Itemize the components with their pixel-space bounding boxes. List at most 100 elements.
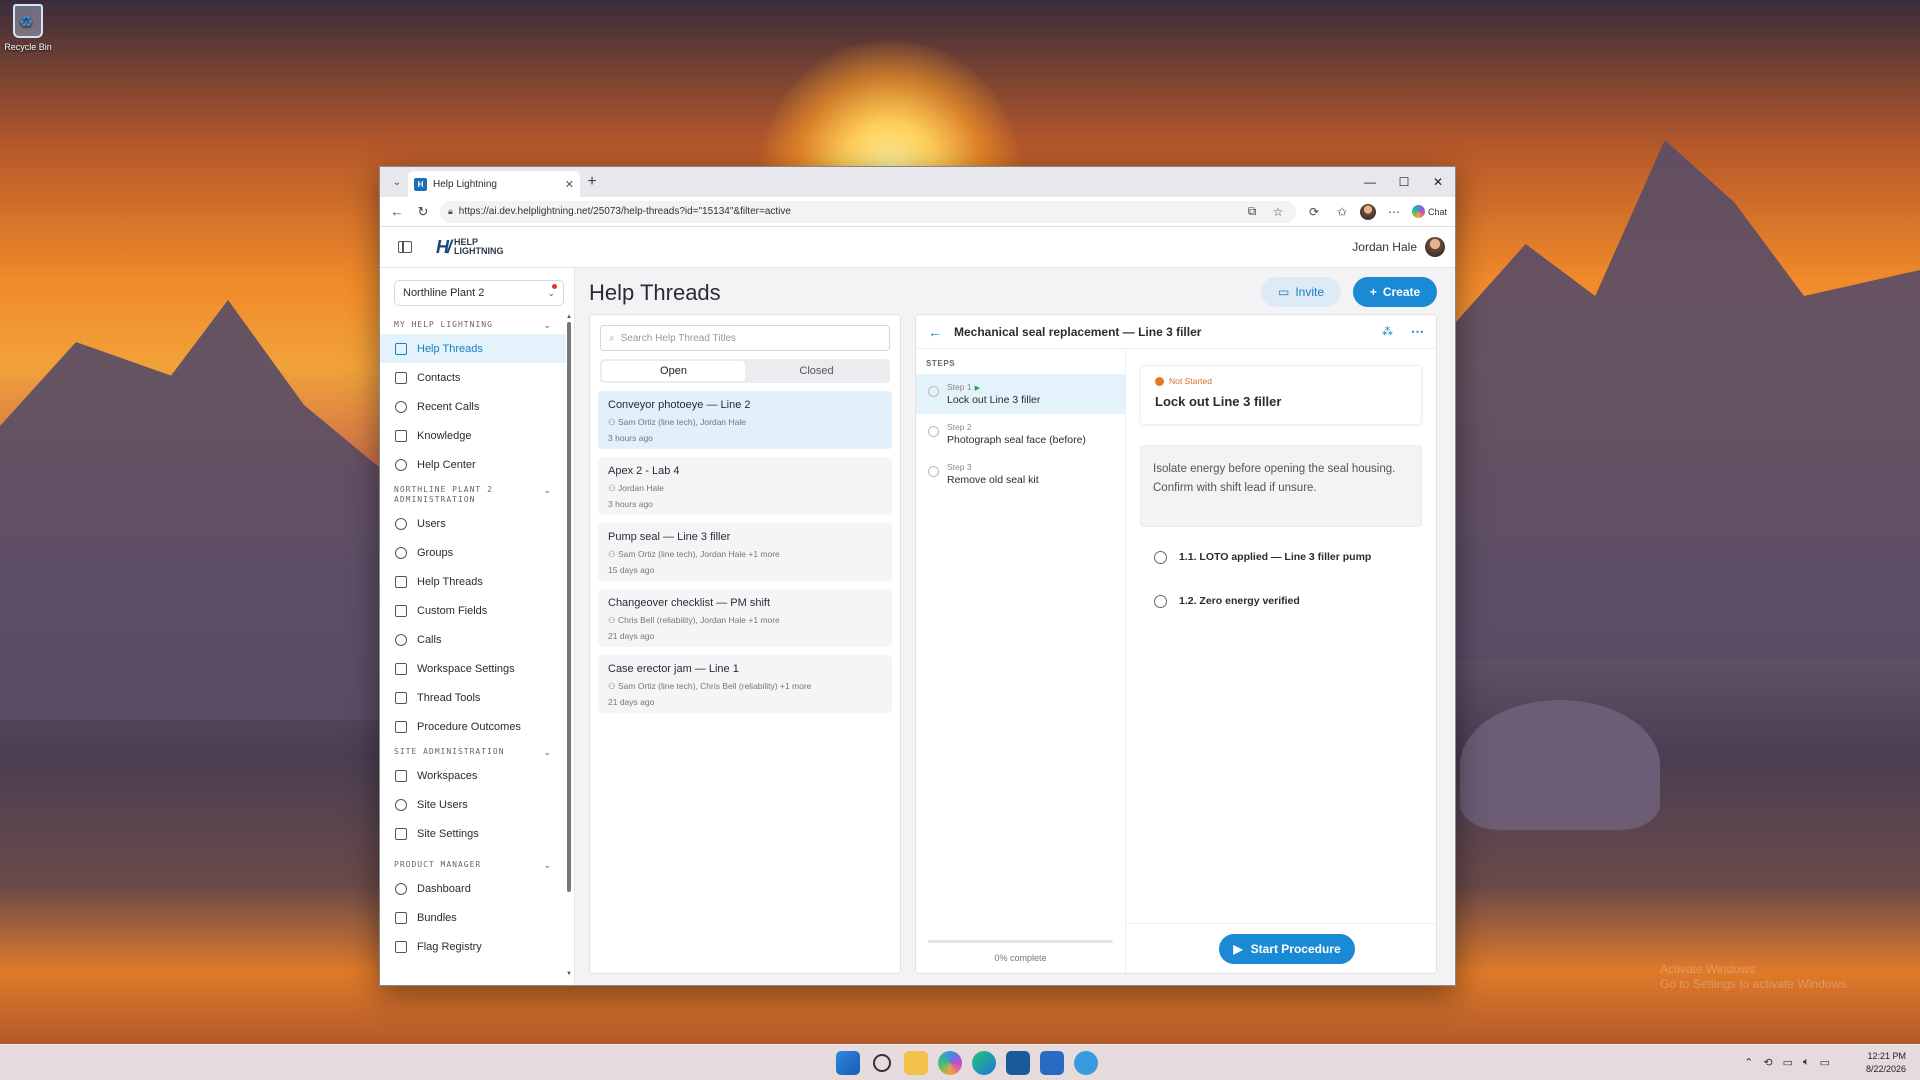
section-product-manager[interactable]: PRODUCT MANAGER ⌄ bbox=[380, 854, 566, 874]
collapse-chevron-icon: ⌄ bbox=[543, 485, 552, 495]
people-icon: ⚇ bbox=[608, 615, 618, 625]
thread-card[interactable]: Changeover checklist — PM shift ⚇ Chris B… bbox=[598, 589, 892, 647]
sidebar-item-groups[interactable]: Groups bbox=[380, 538, 566, 567]
browser-tab[interactable]: H Help Lightning ✕ bbox=[408, 171, 580, 197]
radio-button[interactable] bbox=[1154, 594, 1167, 608]
substep-item[interactable]: 1.2. Zero energy verified bbox=[1140, 579, 1422, 623]
sidebar-item-contacts[interactable]: Contacts bbox=[380, 363, 566, 392]
step-item[interactable]: Step 2 Photograph seal face (before) bbox=[916, 414, 1125, 454]
thread-cards: Conveyor photoeye — Line 2 ⚇ Sam Ortiz (l… bbox=[590, 391, 900, 713]
sidebar-item-admin-help-threads[interactable]: Help Threads bbox=[380, 567, 566, 596]
sidebar-item-thread-tools[interactable]: Thread Tools bbox=[380, 683, 566, 712]
sidebar-item-label: Site Settings bbox=[417, 827, 479, 840]
sidebar-item-dashboard[interactable]: Dashboard bbox=[380, 874, 566, 903]
participants-text: Chris Bell (reliability), Jordan Hale +1… bbox=[617, 615, 780, 625]
sidebar-item-bundles[interactable]: Bundles bbox=[380, 903, 566, 932]
window-controls: — ☐ ✕ bbox=[1353, 175, 1455, 189]
sidebar-item-knowledge[interactable]: Knowledge bbox=[380, 421, 566, 450]
edge-icon[interactable] bbox=[972, 1051, 996, 1075]
thread-card[interactable]: Case erector jam — Line 1 ⚇ Sam Ortiz (li… bbox=[598, 655, 892, 713]
open-closed-toggle: Open Closed bbox=[600, 359, 890, 383]
scroll-down-icon[interactable]: ▼ bbox=[566, 971, 572, 977]
scroll-up-icon[interactable]: ▲ bbox=[566, 314, 572, 320]
helplightning-logo[interactable]: H/ HELP LIGHTNING bbox=[436, 237, 504, 258]
thread-participants: ⚇ Sam Ortiz (line tech), Chris Bell (rel… bbox=[608, 681, 882, 692]
sidebar-item-custom-fields[interactable]: Custom Fields bbox=[380, 596, 566, 625]
start-procedure-button[interactable]: ▶ Start Procedure bbox=[1219, 934, 1355, 964]
step-item[interactable]: Step 3 Remove old seal kit bbox=[916, 454, 1125, 494]
sidebar-item-calls[interactable]: Calls bbox=[380, 625, 566, 654]
tab-open[interactable]: Open bbox=[602, 361, 745, 381]
thread-card[interactable]: Pump seal — Line 3 filler ⚇ Sam Ortiz (li… bbox=[598, 523, 892, 581]
section-my-help-lightning[interactable]: MY HELP LIGHTNING ⌄ bbox=[380, 314, 566, 334]
substep-item[interactable]: 1.1. LOTO applied — Line 3 filler pump bbox=[1140, 535, 1422, 579]
maximize-icon[interactable]: ☐ bbox=[1387, 175, 1421, 189]
more-menu-icon[interactable]: ⋯ bbox=[1384, 205, 1404, 219]
refresh-icon[interactable]: ↻ bbox=[414, 204, 432, 220]
thread-detail-panel: ← Mechanical seal replacement — Line 3 f… bbox=[915, 314, 1437, 974]
copilot-icon[interactable] bbox=[938, 1051, 962, 1075]
step-item[interactable]: Step 1 ▶ Lock out Line 3 filler bbox=[916, 374, 1125, 414]
copilot-chat-button[interactable]: Chat bbox=[1411, 205, 1447, 218]
recycle-bin[interactable]: Recycle Bin bbox=[4, 4, 52, 52]
start-icon[interactable] bbox=[836, 1051, 860, 1075]
sidebar-item-help-center[interactable]: Help Center bbox=[380, 450, 566, 479]
profile-avatar[interactable] bbox=[1359, 203, 1376, 220]
tab-closed[interactable]: Closed bbox=[745, 361, 888, 381]
search-input[interactable]: ⌕ Search Help Thread Titles bbox=[600, 325, 890, 351]
more-options-icon[interactable]: ⋯ bbox=[1411, 324, 1424, 340]
favorite-star-icon[interactable]: ☆ bbox=[1268, 205, 1288, 219]
search-icon[interactable] bbox=[873, 1054, 891, 1072]
sidebar-item-label: Groups bbox=[417, 546, 454, 559]
sidebar-item-site-users[interactable]: Site Users bbox=[380, 790, 566, 819]
radio-button[interactable] bbox=[1154, 550, 1167, 564]
substep-label: 1.1. LOTO applied — Line 3 filler pump bbox=[1179, 551, 1372, 563]
sidebar-scrollbar[interactable] bbox=[567, 322, 571, 892]
sidebar-item-workspace-settings[interactable]: Workspace Settings bbox=[380, 654, 566, 683]
favorites-icon[interactable]: ✩ bbox=[1332, 205, 1352, 219]
sync-icon[interactable]: ⟲ bbox=[1763, 1056, 1772, 1069]
open-in-app-icon[interactable]: ⧉ bbox=[1242, 204, 1262, 219]
section-plant-administration[interactable]: NORTHLINE PLANT 2 ADMINISTRATION ⌄ bbox=[380, 479, 566, 509]
new-tab-button[interactable]: + bbox=[580, 173, 604, 191]
sidebar-item-procedure-outcomes[interactable]: Procedure Outcomes bbox=[380, 712, 566, 741]
tab-actions-chevron-icon[interactable]: ⌄ bbox=[386, 171, 408, 193]
thread-card[interactable]: Conveyor photoeye — Line 2 ⚇ Sam Ortiz (l… bbox=[598, 391, 892, 449]
invite-button[interactable]: ▭ Invite bbox=[1261, 277, 1341, 307]
sidebar-item-site-settings[interactable]: Site Settings bbox=[380, 819, 566, 848]
create-button[interactable]: + Create bbox=[1353, 277, 1437, 307]
thread-card[interactable]: Apex 2 - Lab 4 ⚇ Jordan Hale 3 hours ago bbox=[598, 457, 892, 515]
back-arrow-icon[interactable]: ← bbox=[928, 324, 942, 340]
sidebar-item-recent-calls[interactable]: Recent Calls bbox=[380, 392, 566, 421]
close-window-icon[interactable]: ✕ bbox=[1421, 175, 1455, 189]
clock[interactable]: 12:21 PM 8/22/2026 bbox=[1866, 1050, 1906, 1076]
sidebar-item-flag-registry[interactable]: Flag Registry bbox=[380, 932, 566, 961]
translate-icon[interactable]: ⁂ bbox=[1382, 325, 1393, 338]
chevron-up-icon[interactable]: ⌃ bbox=[1744, 1056, 1753, 1069]
outlook-icon[interactable] bbox=[1040, 1051, 1064, 1075]
helplightning-app-icon[interactable] bbox=[1074, 1051, 1098, 1075]
sidebar-item-users[interactable]: Users bbox=[380, 509, 566, 538]
network-icon[interactable]: ▭ bbox=[1783, 1056, 1793, 1069]
extensions-icon[interactable]: ⟳ bbox=[1304, 205, 1324, 219]
store-icon[interactable] bbox=[1006, 1051, 1030, 1075]
help-circle-icon bbox=[395, 458, 407, 471]
section-site-administration[interactable]: SITE ADMINISTRATION ⌄ bbox=[380, 741, 566, 761]
tab-close-icon[interactable]: ✕ bbox=[565, 178, 574, 191]
instruction-text: Isolate energy before opening the seal h… bbox=[1140, 445, 1422, 527]
taskbar: ⌃ ⟲ ▭ 🔈︎ ▭ 12:21 PM 8/22/2026 bbox=[0, 1044, 1920, 1080]
steps-list: Step 1 ▶ Lock out Line 3 filler Step 2 Photo… bbox=[916, 374, 1125, 494]
battery-icon[interactable]: ▭ bbox=[1820, 1056, 1830, 1069]
site-info-icon[interactable]: 🔒︎ bbox=[448, 206, 453, 217]
file-explorer-icon[interactable] bbox=[904, 1051, 928, 1075]
sidebar-item-label: Workspaces bbox=[417, 769, 478, 782]
minimize-icon[interactable]: — bbox=[1353, 175, 1387, 189]
workspace-selector[interactable]: Northline Plant 2 ⌄ bbox=[394, 280, 564, 306]
sidebar-item-help-threads[interactable]: Help Threads bbox=[380, 334, 566, 363]
user-menu[interactable]: Jordan Hale bbox=[1352, 237, 1445, 257]
back-arrow-icon[interactable]: ← bbox=[388, 204, 406, 219]
sidebar-item-workspaces[interactable]: Workspaces bbox=[380, 761, 566, 790]
sidebar-toggle-icon[interactable] bbox=[398, 241, 412, 253]
address-bar[interactable]: 🔒︎ https://ai.dev.helplightning.net/2507… bbox=[440, 200, 1296, 223]
volume-icon[interactable]: 🔈︎ bbox=[1803, 1056, 1810, 1069]
